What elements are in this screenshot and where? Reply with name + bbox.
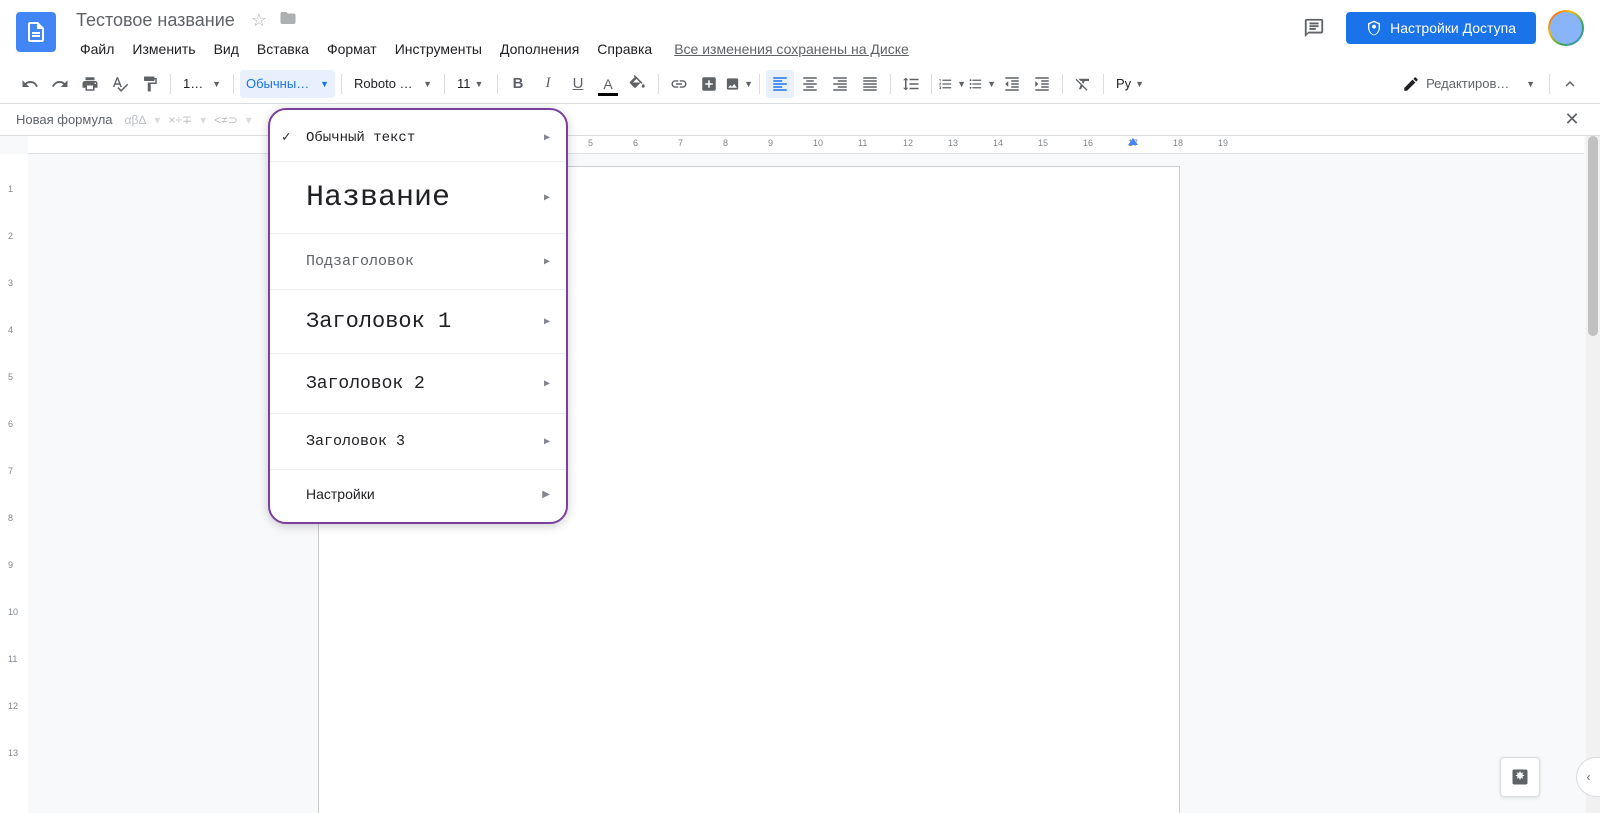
style-option-subtitle[interactable]: Подзаголовок ▶ (270, 234, 566, 290)
redo-button[interactable] (46, 70, 74, 98)
highlight-button[interactable] (624, 70, 652, 98)
chevron-right-icon: ▶ (542, 489, 550, 500)
text-color-button[interactable]: A (594, 70, 622, 98)
document-title[interactable]: Тестовое название (72, 8, 239, 33)
equation-ops[interactable]: ×÷∓ (168, 113, 192, 127)
toolbar: 100%▼ Обычный …▼ Roboto Mo…▼ 11▼ B I U A… (0, 64, 1600, 104)
paragraph-style-menu: ✓ Обычный текст ▶ Название ▶ Подзаголово… (268, 108, 568, 524)
menu-help[interactable]: Справка (589, 37, 660, 61)
italic-button[interactable]: I (534, 70, 562, 98)
menu-view[interactable]: Вид (206, 37, 247, 61)
workspace: 1212345678910111213141516171819 12345678… (0, 136, 1600, 813)
align-center-button[interactable] (796, 70, 824, 98)
menubar: Файл Изменить Вид Вставка Формат Инструм… (72, 37, 1294, 61)
style-option-heading2[interactable]: Заголовок 2 ▶ (270, 354, 566, 414)
input-tools-button[interactable]: Ру▼ (1110, 70, 1152, 98)
document-canvas[interactable] (28, 154, 1584, 813)
style-option-heading3[interactable]: Заголовок 3 ▶ (270, 414, 566, 470)
print-button[interactable] (76, 70, 104, 98)
paragraph-style-dropdown[interactable]: Обычный …▼ (240, 70, 335, 98)
style-option-title[interactable]: Название ▶ (270, 162, 566, 234)
chevron-down-icon: ▼ (475, 79, 484, 89)
comments-button[interactable] (1294, 8, 1334, 48)
docs-logo[interactable] (16, 12, 56, 52)
chevron-down-icon: ▼ (320, 79, 329, 89)
align-right-button[interactable] (826, 70, 854, 98)
equation-label[interactable]: Новая формула (16, 112, 113, 127)
font-size-dropdown[interactable]: 11▼ (451, 70, 491, 98)
chevron-right-icon: ▶ (544, 316, 550, 328)
header-right: Настройки Доступа (1294, 8, 1584, 48)
close-equation-toolbar[interactable]: ✕ (1560, 108, 1584, 132)
chevron-down-icon: ▼ (987, 79, 996, 89)
chevron-right-icon: ▶ (544, 132, 550, 144)
underline-button[interactable]: U (564, 70, 592, 98)
avatar[interactable] (1548, 10, 1584, 46)
chevron-right-icon: ▶ (544, 256, 550, 268)
style-option-settings[interactable]: Настройки ▶ (270, 470, 566, 518)
folder-icon[interactable] (279, 9, 297, 32)
chevron-down-icon: ▼ (423, 79, 432, 89)
bold-button[interactable]: B (504, 70, 532, 98)
chevron-down-icon: ▼ (1526, 79, 1535, 89)
editing-mode-dropdown[interactable]: Редактирова… ▼ (1394, 75, 1543, 93)
decrease-indent-button[interactable] (998, 70, 1026, 98)
horizontal-ruler[interactable]: 1212345678910111213141516171819 (28, 136, 1584, 154)
title-area: Тестовое название ☆ Файл Изменить Вид Вс… (72, 8, 1294, 61)
insert-image-button[interactable]: ▼ (725, 70, 753, 98)
share-button[interactable]: Настройки Доступа (1346, 12, 1536, 44)
menu-edit[interactable]: Изменить (124, 37, 203, 61)
line-spacing-button[interactable] (897, 70, 925, 98)
explore-button[interactable] (1500, 757, 1540, 797)
star-icon[interactable]: ☆ (251, 10, 267, 31)
menu-insert[interactable]: Вставка (249, 37, 317, 61)
insert-comment-button[interactable] (695, 70, 723, 98)
paint-format-button[interactable] (136, 70, 164, 98)
equation-toolbar: Новая формула αβΔ ▾ ×÷∓ ▾ <≠⊃ ▾ ✕ (0, 104, 1600, 136)
font-dropdown[interactable]: Roboto Mo…▼ (348, 70, 438, 98)
align-left-button[interactable] (766, 70, 794, 98)
equation-greek[interactable]: αβΔ (125, 113, 147, 127)
header: Тестовое название ☆ Файл Изменить Вид Вс… (0, 0, 1600, 64)
spellcheck-button[interactable] (106, 70, 134, 98)
align-justify-button[interactable] (856, 70, 884, 98)
menu-tools[interactable]: Инструменты (387, 37, 490, 61)
vertical-ruler[interactable]: 12345678910111213 (0, 154, 28, 813)
insert-link-button[interactable] (665, 70, 693, 98)
chevron-down-icon: ▼ (1135, 79, 1144, 89)
menu-file[interactable]: Файл (72, 37, 122, 61)
undo-button[interactable] (16, 70, 44, 98)
style-option-normal[interactable]: ✓ Обычный текст ▶ (270, 114, 566, 162)
check-icon: ✓ (282, 129, 290, 146)
chevron-down-icon: ▼ (957, 79, 966, 89)
chevron-down-icon: ▼ (744, 79, 753, 89)
save-status[interactable]: Все изменения сохранены на Диске (674, 37, 909, 61)
increase-indent-button[interactable] (1028, 70, 1056, 98)
menu-addons[interactable]: Дополнения (492, 37, 587, 61)
numbered-list-button[interactable]: ▼ (938, 70, 966, 98)
chevron-right-icon: ▶ (544, 378, 550, 390)
chevron-right-icon: ▶ (544, 192, 550, 204)
chevron-right-icon: ▶ (544, 436, 550, 448)
vertical-scrollbar[interactable] (1586, 136, 1600, 813)
equation-relations[interactable]: <≠⊃ (214, 113, 238, 127)
collapse-toolbar-button[interactable] (1556, 70, 1584, 98)
bulleted-list-button[interactable]: ▼ (968, 70, 996, 98)
zoom-dropdown[interactable]: 100%▼ (177, 70, 227, 98)
style-option-heading1[interactable]: Заголовок 1 ▶ (270, 290, 566, 354)
menu-format[interactable]: Формат (319, 37, 385, 61)
clear-formatting-button[interactable] (1069, 70, 1097, 98)
share-button-label: Настройки Доступа (1390, 20, 1516, 36)
chevron-down-icon: ▼ (212, 79, 221, 89)
